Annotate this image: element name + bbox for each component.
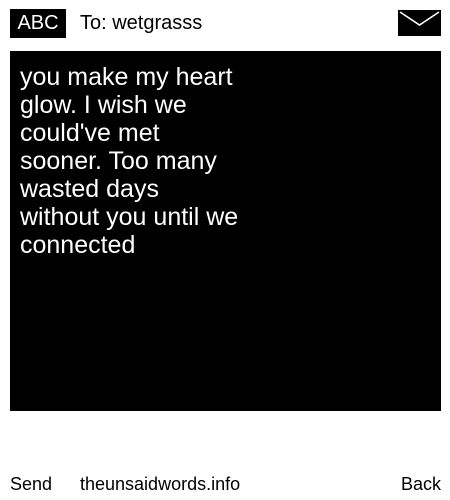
message-body-area[interactable]: you make my heart glow. I wish we could'… xyxy=(10,51,441,411)
back-button[interactable]: Back xyxy=(401,470,441,498)
compose-header: ABC To: wetgrasss xyxy=(0,0,450,46)
site-link[interactable]: theunsaidwords.info xyxy=(80,470,240,498)
send-button[interactable]: Send xyxy=(10,470,52,498)
input-mode-badge[interactable]: ABC xyxy=(10,9,66,38)
envelope-icon xyxy=(398,10,441,36)
softkey-bar: Send theunsaidwords.info Back xyxy=(0,470,450,500)
recipient-field[interactable]: To: wetgrasss xyxy=(80,9,202,38)
message-text: you make my heart glow. I wish we could'… xyxy=(20,63,239,259)
